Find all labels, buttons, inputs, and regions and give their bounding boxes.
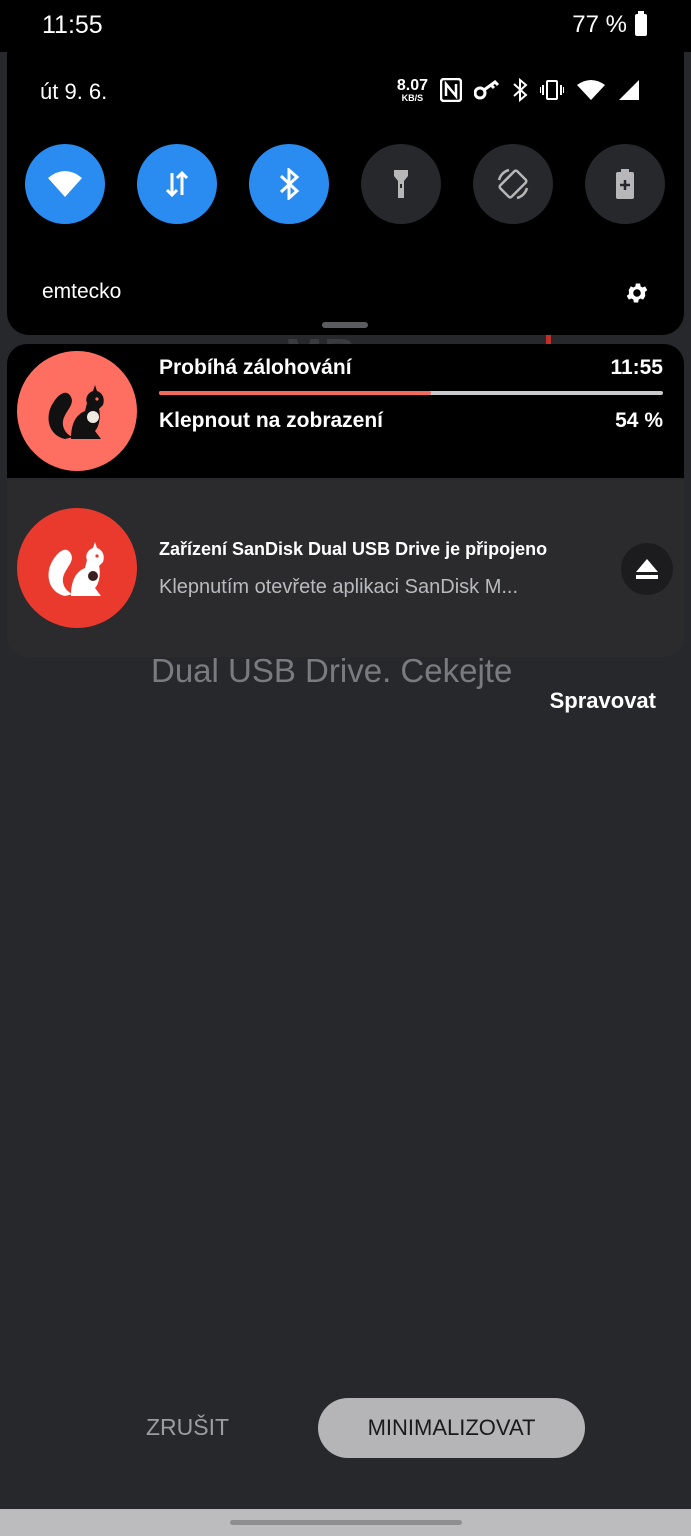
network-speed-value: 8.07: [396, 76, 428, 94]
battery-saver-icon: [616, 169, 634, 199]
backup-progress-fill: [159, 391, 432, 395]
app-icon-usb: [17, 508, 137, 628]
bluetooth-icon: [279, 168, 300, 200]
background-peek-bar: [546, 334, 551, 344]
quick-settings-panel: út 9. 6. 8.07 KB/S emtecko: [7, 52, 684, 335]
nfc-icon: [440, 78, 462, 102]
backup-time: 11:55: [610, 356, 663, 379]
qs-status-icons: 8.07 KB/S: [397, 75, 640, 105]
tile-auto-rotate[interactable]: [473, 144, 553, 224]
squirrel-white-icon: [48, 542, 104, 596]
status-battery: 77 %: [572, 11, 647, 39]
data-arrows-icon: [165, 170, 189, 198]
status-bar: 11:55 77 %: [0, 0, 691, 52]
tile-flashlight[interactable]: [361, 144, 441, 224]
network-speed: 8.07 KB/S: [396, 76, 428, 103]
rotate-icon: [497, 168, 529, 200]
notification-backup[interactable]: Probíhá zálohování 11:55 Klepnout na zob…: [7, 344, 684, 478]
qs-user-name[interactable]: emtecko: [42, 280, 121, 304]
tile-mobile-data[interactable]: [137, 144, 217, 224]
app-icon-backup: [17, 351, 137, 471]
minimize-button[interactable]: MINIMALIZOVAT: [318, 1398, 585, 1458]
settings-gear-icon[interactable]: [624, 280, 650, 306]
qs-tiles: [25, 144, 665, 224]
background-status-text: Dual USB Drive. Cekejte: [151, 652, 513, 689]
status-time: 11:55: [42, 11, 103, 39]
battery-icon: [635, 11, 647, 36]
usb-title: Zařízení SanDisk Dual USB Drive je připo…: [159, 539, 548, 559]
tile-bluetooth[interactable]: [249, 144, 329, 224]
notification-usb[interactable]: Zařízení SanDisk Dual USB Drive je připo…: [7, 480, 684, 657]
qs-date: út 9. 6.: [40, 79, 108, 104]
flashlight-icon: [394, 170, 408, 198]
navigation-bar: [0, 1509, 691, 1536]
backup-percent: 54 %: [615, 409, 663, 432]
network-speed-unit: KB/S: [401, 92, 424, 103]
squirrel-icon: [48, 385, 104, 439]
signal-icon: [619, 80, 639, 100]
battery-percent: 77 %: [572, 11, 627, 38]
bluetooth-status-icon: [513, 78, 528, 102]
manage-notifications-link[interactable]: Spravovat: [550, 688, 656, 714]
vibrate-icon: [540, 80, 564, 100]
home-gesture-pill[interactable]: [230, 1520, 462, 1525]
eject-button[interactable]: [621, 543, 673, 595]
drag-handle[interactable]: [322, 322, 368, 328]
tile-wifi[interactable]: [25, 144, 105, 224]
backup-title: Probíhá zálohování: [159, 356, 352, 379]
eject-icon: [636, 559, 658, 579]
backup-subtitle: Klepnout na zobrazení: [159, 409, 384, 432]
cancel-button[interactable]: ZRUŠIT: [146, 1414, 229, 1441]
vpn-key-icon: [474, 80, 500, 100]
wifi-icon: [48, 171, 82, 197]
backup-progress-bar: [159, 391, 663, 395]
wifi-status-icon: [577, 80, 605, 100]
tile-battery-saver[interactable]: [585, 144, 665, 224]
usb-text: Klepnutím otevřete aplikaci SanDisk M...: [159, 576, 519, 598]
